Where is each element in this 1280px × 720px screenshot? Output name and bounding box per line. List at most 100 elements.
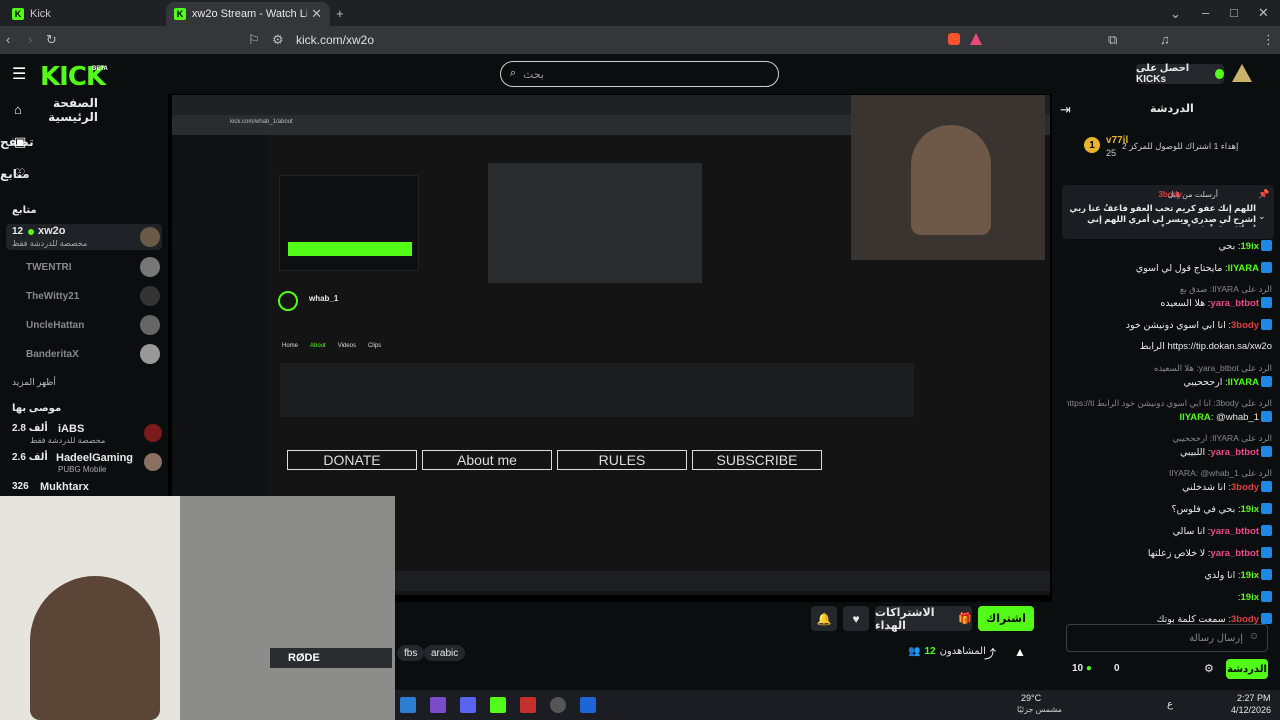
collapse-chat-icon[interactable]: ⇥	[1060, 102, 1071, 118]
maximize-icon[interactable]: □	[1230, 5, 1238, 20]
channel-item-iabs[interactable]: 2.8 ألف iABS مخصصة للدردشة فقط	[6, 421, 162, 447]
chat-input[interactable]: إرسال رسالة ☺	[1066, 624, 1268, 652]
app-icon[interactable]	[430, 697, 446, 713]
app-icon[interactable]	[400, 697, 416, 713]
chat-username[interactable]: 3body	[1231, 482, 1259, 493]
chat-message[interactable]: yara_btbot: اللبيبي	[1066, 446, 1272, 462]
warning-icon[interactable]	[1232, 64, 1252, 82]
search-input[interactable]: ⌕ بحث	[500, 61, 779, 87]
channel-item-xw2o[interactable]: 12 xw2o مخصصة للدردشة فقط	[6, 224, 162, 250]
chat-username[interactable]: 19ix	[1241, 504, 1260, 515]
avatar	[140, 315, 160, 335]
notification-button[interactable]: 🔔	[811, 606, 837, 631]
gift-subs-button[interactable]: الاشتراكات الهداء 🎁	[875, 606, 972, 632]
media-icon[interactable]: ♫	[1160, 32, 1170, 47]
tab-kick[interactable]: K Kick	[4, 2, 164, 26]
points-display[interactable]: 10 ●	[1072, 663, 1092, 674]
chat-message[interactable]: 3body: انا ابي اسوي دونيشن خود	[1066, 319, 1272, 335]
channel-item-unclehattan[interactable]: UncleHattan	[6, 314, 162, 340]
chat-username[interactable]: yara_btbot	[1210, 526, 1259, 537]
url-text: kick.com/xw2o	[296, 33, 375, 47]
minimize-icon[interactable]: –	[1202, 5, 1209, 20]
new-tab-icon[interactable]: +	[336, 6, 344, 21]
captured-tab: Home	[282, 343, 299, 349]
site-info-icon[interactable]: ⚙	[272, 32, 284, 48]
kick-favicon-icon: K	[12, 8, 24, 20]
subscriber-badge-icon	[1261, 525, 1272, 536]
chevron-down-icon[interactable]: ⌄	[1170, 6, 1181, 22]
chat-send-button[interactable]: الدردشة	[1226, 659, 1268, 679]
chat-message[interactable]: 19ix:	[1066, 591, 1272, 607]
channel-item-mukhtarx[interactable]: 326 Mukhtarx	[6, 479, 162, 496]
window-close-icon[interactable]: ✕	[1258, 5, 1269, 21]
get-kicks-button[interactable]: احصل على KICKs	[1136, 63, 1224, 85]
app-icon[interactable]	[580, 697, 596, 713]
app-icon[interactable]	[490, 697, 506, 713]
bookmark-icon[interactable]: ⚐	[248, 32, 260, 48]
emoji-icon[interactable]: ☺	[1249, 631, 1259, 642]
chat-message[interactable]: 19ix: انا ولدي	[1066, 569, 1272, 585]
channel-item-banderitax[interactable]: BanderitaX	[6, 343, 162, 369]
chat-message[interactable]: 19ix: بحي في فلوس؟	[1066, 503, 1272, 519]
forward-icon[interactable]: ›	[28, 32, 32, 47]
report-icon[interactable]: ▲	[1014, 645, 1026, 659]
chat-message[interactable]: yara_btbot: لا خلاص زعلتها	[1066, 547, 1272, 563]
chat-message[interactable]: https://tip.dokan.sa/xw2o الرابط	[1066, 341, 1272, 357]
home-icon: ⌂	[14, 102, 22, 117]
chat-username[interactable]: 3body	[1231, 320, 1259, 331]
points-value: 10	[1072, 663, 1084, 674]
brave-shield-icon[interactable]	[948, 33, 960, 45]
settings-icon[interactable]: ⚙	[1204, 662, 1214, 675]
subscribe-button[interactable]: اشتراك	[978, 606, 1034, 631]
kicks-balance[interactable]: 0	[1114, 663, 1120, 674]
close-icon[interactable]: ✕	[311, 6, 322, 22]
clock-time[interactable]: 2:27 PM	[1237, 693, 1271, 703]
chat-username[interactable]: yara_btbot	[1210, 298, 1259, 309]
pinned-message[interactable]: أرسلت من قِبل 3body اللهم إنك عفو كريم ت…	[1062, 185, 1274, 239]
tag-chip[interactable]: fbs	[397, 645, 425, 661]
avatar	[140, 257, 160, 277]
chat-username[interactable]: yara_btbot	[1210, 548, 1259, 559]
app-icon[interactable]	[460, 697, 476, 713]
captured-tab: Videos	[337, 343, 356, 349]
chat-message[interactable]: 19ix: بحي	[1066, 240, 1272, 256]
chat-username[interactable]: 19ix	[1241, 241, 1260, 252]
chat-message[interactable]: yara_btbot: هلا السعيده	[1066, 297, 1272, 313]
channel-item-thewitty21[interactable]: TheWitty21	[6, 285, 162, 311]
show-more-link[interactable]: أظهر المزيد	[12, 377, 56, 388]
app-icon[interactable]	[520, 697, 536, 713]
viewers-label: المشاهدون	[939, 646, 986, 657]
language-indicator[interactable]: ع	[1167, 699, 1173, 710]
tab-xw2o[interactable]: K xw2o Stream - Watch Live on ✕	[166, 2, 330, 26]
chat-username[interactable]: IlYARA	[1228, 377, 1259, 388]
chat-username[interactable]: 19ix	[1241, 570, 1260, 581]
chevron-down-icon[interactable]: ⌄	[1258, 211, 1266, 222]
brave-rewards-icon[interactable]	[970, 33, 982, 45]
chat-message[interactable]: IlYARA: ارحححيبي	[1066, 376, 1272, 392]
captured-tab: About	[310, 343, 326, 349]
captured-tab: Clips	[367, 343, 382, 349]
follow-button[interactable]: ♥	[843, 606, 869, 631]
hamburger-icon[interactable]: ☰	[12, 64, 26, 84]
extensions-icon[interactable]: ⧉	[1108, 32, 1117, 48]
chat-message[interactable]: yara_btbot: انا سالي	[1066, 525, 1272, 541]
back-icon[interactable]: ‹	[6, 32, 10, 47]
clock-date[interactable]: 4/12/2026	[1231, 705, 1271, 715]
tag-chip[interactable]: arabic	[424, 645, 466, 661]
channel-item-hadeelgaming[interactable]: 2.6 ألف HadeelGaming PUBG Mobile	[6, 450, 162, 476]
chat-message[interactable]: IlYARA: @whab_1	[1066, 411, 1272, 427]
app-icon[interactable]	[550, 697, 566, 713]
chat-username[interactable]: IlYARA	[1228, 263, 1259, 274]
pinned-text: اللهم إنك عفو كريم تحب العفو فاعفُ عنا ر…	[1069, 203, 1256, 227]
chat-message[interactable]: 3body: انا شدخلني	[1066, 481, 1272, 497]
chat-username[interactable]: yara_btbot	[1210, 447, 1259, 458]
chat-username[interactable]: IlYARA	[1179, 412, 1210, 423]
pin-icon[interactable]: 📌	[1258, 189, 1269, 200]
menu-icon[interactable]: ⋮	[1262, 32, 1275, 48]
url-field[interactable]: ⚙ kick.com/xw2o	[268, 30, 998, 50]
chat-message[interactable]: IlYARA: مايحتاج قول لي اسوي	[1066, 262, 1272, 278]
chat-username[interactable]: 19ix	[1241, 592, 1260, 603]
channel-item-twentri[interactable]: TWENTRI	[6, 256, 162, 282]
reload-icon[interactable]: ↻	[46, 32, 57, 48]
leader-text: إهداء 1 اشتراك للوصول للمركز 2	[1122, 141, 1239, 151]
